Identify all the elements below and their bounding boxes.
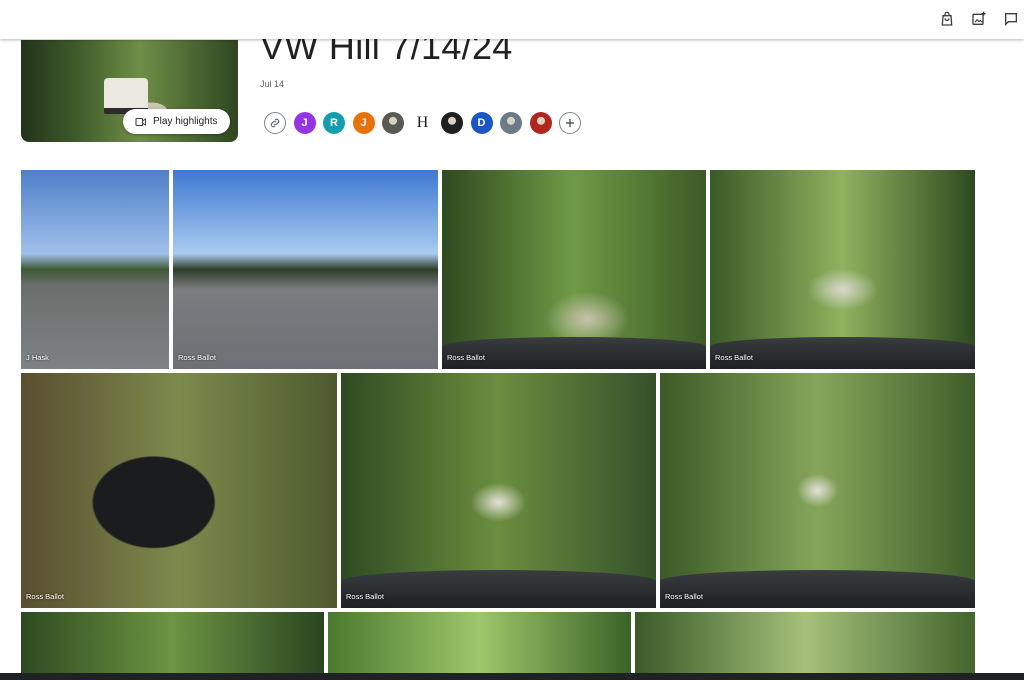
- photo-owner-label: Ross Ballot: [26, 592, 64, 601]
- photo-tile[interactable]: Ross Ballot: [21, 373, 337, 608]
- add-photo-icon[interactable]: [968, 8, 990, 30]
- album-date: Jul 14: [260, 79, 285, 89]
- comment-icon[interactable]: [1000, 8, 1022, 30]
- photo-tile[interactable]: [328, 612, 631, 680]
- photo-owner-label: Ross Ballot: [178, 353, 216, 362]
- avatar-letter: R: [330, 116, 338, 129]
- photo-owner-label: Ross Ballot: [665, 592, 703, 601]
- play-highlights-button[interactable]: Play highlights: [123, 109, 230, 134]
- add-person-icon[interactable]: [559, 111, 581, 134]
- video-icon: [135, 116, 147, 128]
- photo-tile[interactable]: J Hask: [21, 170, 169, 369]
- avatar-letter: J: [360, 116, 367, 129]
- avatar[interactable]: H: [411, 111, 434, 134]
- avatar[interactable]: J: [352, 111, 375, 134]
- avatar-letter: D: [477, 116, 486, 129]
- photo-tile[interactable]: Ross Ballot: [341, 373, 656, 608]
- play-highlights-label: Play highlights: [153, 116, 218, 127]
- photo-owner-label: Ross Ballot: [447, 353, 485, 362]
- avatar[interactable]: R: [323, 111, 345, 134]
- photo-owner-label: Ross Ballot: [346, 592, 384, 601]
- photo-owner-label: J Hask: [26, 353, 49, 362]
- dashboard-image: [660, 570, 975, 608]
- link-icon[interactable]: [264, 111, 286, 134]
- taskbar-strip: [0, 673, 1024, 680]
- avatar[interactable]: [529, 111, 552, 134]
- avatar-letter: H: [416, 113, 429, 131]
- photo-tile[interactable]: Ross Ballot: [710, 170, 975, 369]
- photo-tile[interactable]: Ross Ballot: [442, 170, 706, 369]
- shared-people-row: JRJHD: [264, 111, 589, 134]
- avatar[interactable]: [382, 111, 404, 134]
- photo-tile[interactable]: [21, 612, 324, 680]
- photo-owner-label: Ross Ballot: [715, 353, 753, 362]
- avatar[interactable]: D: [470, 111, 493, 134]
- avatar[interactable]: [441, 111, 463, 134]
- photo-tile[interactable]: Ross Ballot: [173, 170, 438, 369]
- dashboard-image: [341, 570, 656, 608]
- photo-tile[interactable]: [635, 612, 975, 680]
- shopping-bag-icon[interactable]: [936, 8, 958, 30]
- avatar[interactable]: J: [293, 111, 316, 134]
- avatar[interactable]: [500, 111, 522, 134]
- photo-tile[interactable]: Ross Ballot: [660, 373, 975, 608]
- top-app-bar: [0, 0, 1024, 39]
- avatar-letter: J: [301, 116, 308, 129]
